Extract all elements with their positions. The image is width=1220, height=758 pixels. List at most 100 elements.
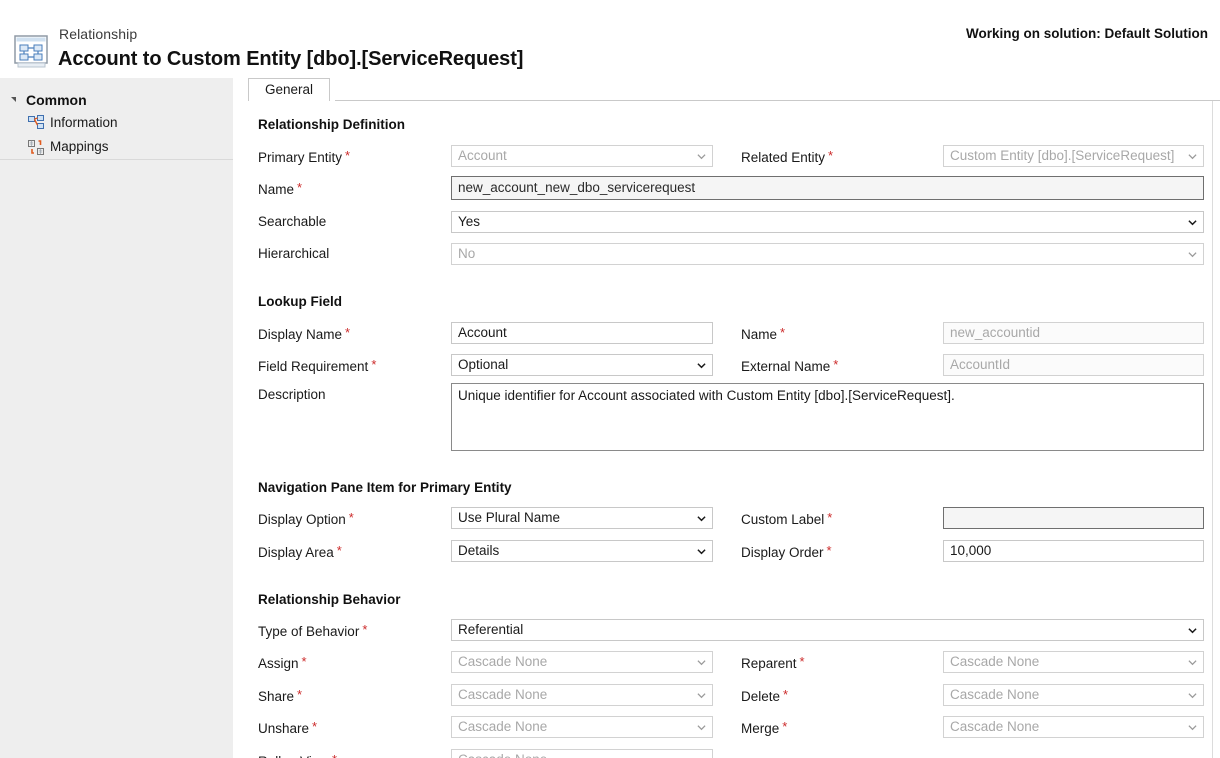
required-asterisk: * [297,180,303,195]
relationship-icon [28,115,45,132]
hierarchical-select[interactable]: No [451,243,1204,265]
merge-select[interactable]: Cascade None [943,716,1204,738]
sidebar-divider [0,159,233,160]
display-area-select[interactable]: Details [451,540,713,562]
display-option-select[interactable]: Use Plural Name [451,507,713,529]
tab-general[interactable]: General [248,78,331,101]
relationship-name-input[interactable]: new_account_new_dbo_servicerequest [451,176,1204,200]
label-reparent: Reparent * [741,654,805,671]
sidebar-item-label: Mappings [50,139,109,154]
label-text: Description [258,387,326,402]
sidebar-group-header[interactable]: Common [0,89,233,111]
label-text: Share [258,689,295,704]
chevron-down-icon [697,658,706,667]
label-text: Type of Behavior [258,624,360,639]
label-display-option: Display Option * [258,510,354,527]
sidebar: Common Information Mappings [0,78,234,758]
label-field-requirement: Field Requirement * [258,357,376,374]
chevron-down-icon [697,361,706,370]
label-text: Name [741,327,778,342]
label-text: Name [258,182,295,197]
searchable-select[interactable]: Yes [451,211,1204,233]
required-asterisk: * [826,543,832,558]
related-entity-select[interactable]: Custom Entity [dbo].[ServiceRequest] [943,145,1204,167]
label-text: Custom Label [741,512,825,527]
required-asterisk: * [345,148,351,163]
delete-select[interactable]: Cascade None [943,684,1204,706]
display-order-input[interactable]: 10,000 [943,540,1204,562]
label-text: Field Requirement [258,359,369,374]
lookup-display-name-input[interactable]: Account [451,322,713,344]
required-asterisk: * [345,325,351,340]
label-share: Share * [258,687,302,704]
page-header: Relationship Account to Custom Entity [d… [0,0,1220,78]
label-text: Unshare [258,721,310,736]
label-assign: Assign * [258,654,307,671]
label-lookup-display-name: Display Name * [258,325,350,342]
section-title-relationship-behavior: Relationship Behavior [258,592,401,607]
rollup-view-select[interactable]: Cascade None [451,749,713,758]
label-text: Rollup View [258,754,329,758]
label-rollup-view: Rollup View* [258,752,337,758]
required-asterisk: * [782,719,788,734]
display-order-value: 10,000 [950,543,992,558]
label-text: Primary Entity [258,150,343,165]
label-display-order: Display Order * [741,543,832,560]
lookup-name-value: new_accountid [950,325,1041,340]
lookup-name-input[interactable]: new_accountid [943,322,1204,344]
label-delete: Delete * [741,687,788,704]
lookup-display-name-value: Account [458,325,507,340]
label-relationship-name: Name * [258,180,302,197]
delete-value: Cascade None [950,687,1040,702]
label-text: Display Option [258,512,346,527]
chevron-down-icon [1188,250,1197,259]
chevron-down-icon [697,152,706,161]
sidebar-item-information[interactable]: Information [0,111,233,135]
chevron-down-icon [1188,691,1197,700]
rollup-view-value: Cascade None [458,752,547,758]
required-asterisk: * [828,148,834,163]
label-searchable: Searchable [258,214,326,229]
unshare-select[interactable]: Cascade None [451,716,713,738]
field-requirement-select[interactable]: Optional [451,354,713,376]
label-text: Assign [258,656,299,671]
label-related-entity: Related Entity * [741,148,833,165]
reparent-select[interactable]: Cascade None [943,651,1204,673]
primary-entity-select[interactable]: Account [451,145,713,167]
page-title: Account to Custom Entity [dbo].[ServiceR… [58,48,524,70]
right-scroll-rail[interactable] [1212,101,1220,758]
required-asterisk: * [833,357,839,372]
header-subtitle: Relationship [59,26,138,42]
hierarchical-value: No [458,246,476,261]
tab-label: General [265,82,314,97]
share-value: Cascade None [458,687,548,702]
chevron-down-icon [697,723,706,732]
label-text: Display Order [741,545,824,560]
relationship-entity-icon [12,33,52,71]
label-custom-label: Custom Label * [741,510,832,527]
custom-label-input[interactable] [943,507,1204,529]
external-name-input[interactable]: AccountId [943,354,1204,376]
assign-select[interactable]: Cascade None [451,651,713,673]
description-textarea[interactable]: Unique identifier for Account associated… [451,383,1204,451]
chevron-down-icon [1188,658,1197,667]
primary-entity-value: Account [458,148,507,163]
type-of-behavior-select[interactable]: Referential [451,619,1204,641]
chevron-down-icon [1188,218,1197,227]
display-option-value: Use Plural Name [458,510,561,525]
label-unshare: Unshare * [258,719,317,736]
type-of-behavior-value: Referential [458,622,524,637]
label-text: Delete [741,689,781,704]
required-asterisk: * [336,543,342,558]
required-asterisk: * [827,510,833,525]
share-select[interactable]: Cascade None [451,684,713,706]
sidebar-item-mappings[interactable]: Mappings [0,135,233,159]
chevron-down-icon [1188,152,1197,161]
label-primary-entity: Primary Entity * [258,148,350,165]
label-external-name: External Name * [741,357,838,374]
section-title-lookup-field: Lookup Field [258,294,342,309]
required-asterisk: * [348,510,354,525]
required-asterisk: * [297,687,303,702]
section-title-relationship-definition: Relationship Definition [258,117,405,132]
section-title-navigation-pane: Navigation Pane Item for Primary Entity [258,480,512,495]
